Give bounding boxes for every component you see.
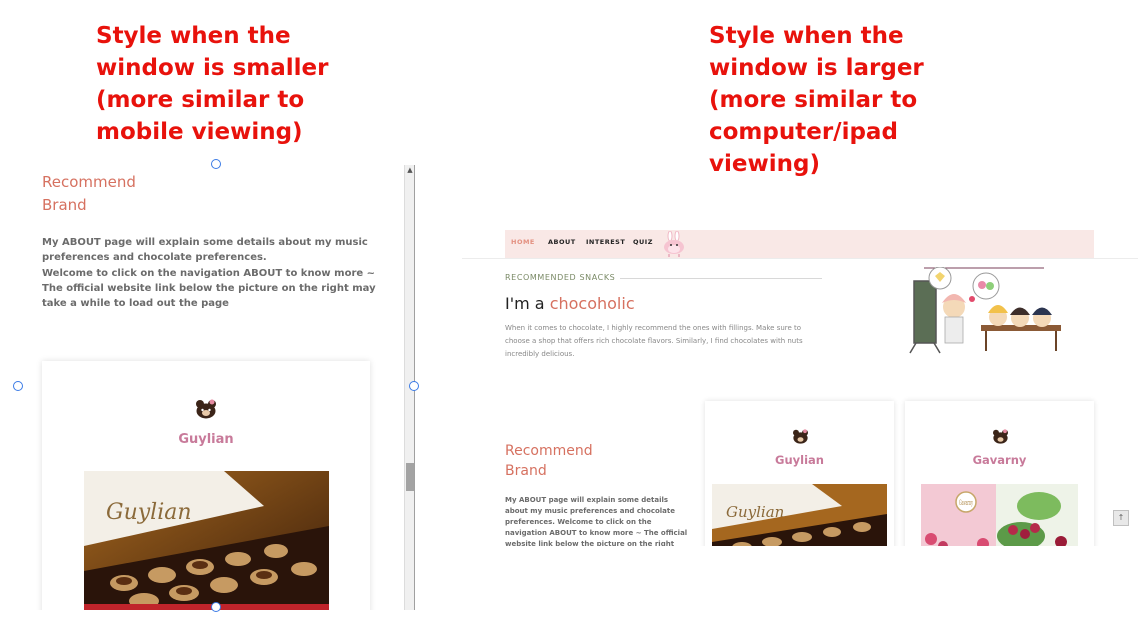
nav-about[interactable]: ABOUT (548, 230, 576, 258)
anime-characters-illustration (902, 266, 1072, 361)
resize-handle-top[interactable] (211, 159, 221, 169)
nav-interest[interactable]: INTEREST (586, 230, 625, 258)
scrollbar-thumb[interactable] (406, 463, 414, 491)
guylian-chocolate-photo[interactable]: Guylian (712, 484, 887, 546)
brand-card-gavarny[interactable]: Gavarny Gavarny (905, 401, 1094, 546)
bear-chocolate-icon (992, 429, 1009, 448)
page-heading: I'm a chocoholic (505, 294, 635, 313)
package-monogram-text: Gavarny (959, 499, 973, 507)
bear-chocolate-icon (195, 399, 217, 423)
heading-prefix: I'm a (505, 294, 550, 313)
section-label: RECOMMENDED SNACKS (505, 273, 616, 282)
box-lid-text: Guylian (106, 500, 192, 525)
nav-home[interactable]: HOME (511, 230, 535, 258)
brand-name: Gavarny (972, 453, 1027, 467)
bunny-mascot-icon (661, 230, 689, 261)
brand-card-guylian[interactable]: Guylian Guylian (705, 401, 894, 546)
gavarny-chocolate-photo[interactable]: Gavarny (921, 484, 1078, 546)
guylian-chocolate-photo[interactable]: Guylian (84, 471, 329, 610)
resize-handle-right[interactable] (409, 381, 419, 391)
brand-card-guylian[interactable]: Guylian Guylian (42, 361, 370, 610)
annotation-desktop-style: Style when the window is larger (more si… (709, 23, 924, 177)
recommend-brand-title: Recommend Brand (505, 443, 593, 479)
intro-paragraph: When it comes to chocolate, I highly rec… (505, 324, 803, 358)
desktop-view: HOME ABOUT INTEREST QUIZ RECOMMENDED SNA… (462, 230, 1138, 546)
about-description: My ABOUT page will explain some details … (42, 235, 376, 311)
mobile-view: Recommend Brand My ABOUT page will expla… (0, 165, 416, 610)
resize-handle-left[interactable] (13, 381, 23, 391)
section-divider (620, 278, 822, 279)
navigation-bar: HOME ABOUT INTEREST QUIZ (505, 230, 1094, 258)
heading-accent: chocoholic (549, 294, 635, 313)
about-description: My ABOUT page will explain some details … (505, 496, 688, 546)
resize-handle-bottom[interactable] (211, 602, 221, 612)
about-text: My ABOUT page will explain some details … (42, 237, 376, 310)
recommend-brand-title: Recommend Brand (42, 173, 136, 214)
brand-name: Guylian (775, 453, 824, 467)
back-to-top-arrow-icon[interactable]: ↑ (1113, 510, 1129, 526)
annotation-mobile-style: Style when the window is smaller (more s… (96, 23, 329, 145)
nav-divider (462, 258, 1138, 259)
brand-name: Guylian (178, 432, 234, 447)
nav-quiz[interactable]: QUIZ (633, 230, 653, 258)
box-lid-text: Guylian (726, 503, 784, 521)
bear-chocolate-icon (792, 429, 809, 448)
